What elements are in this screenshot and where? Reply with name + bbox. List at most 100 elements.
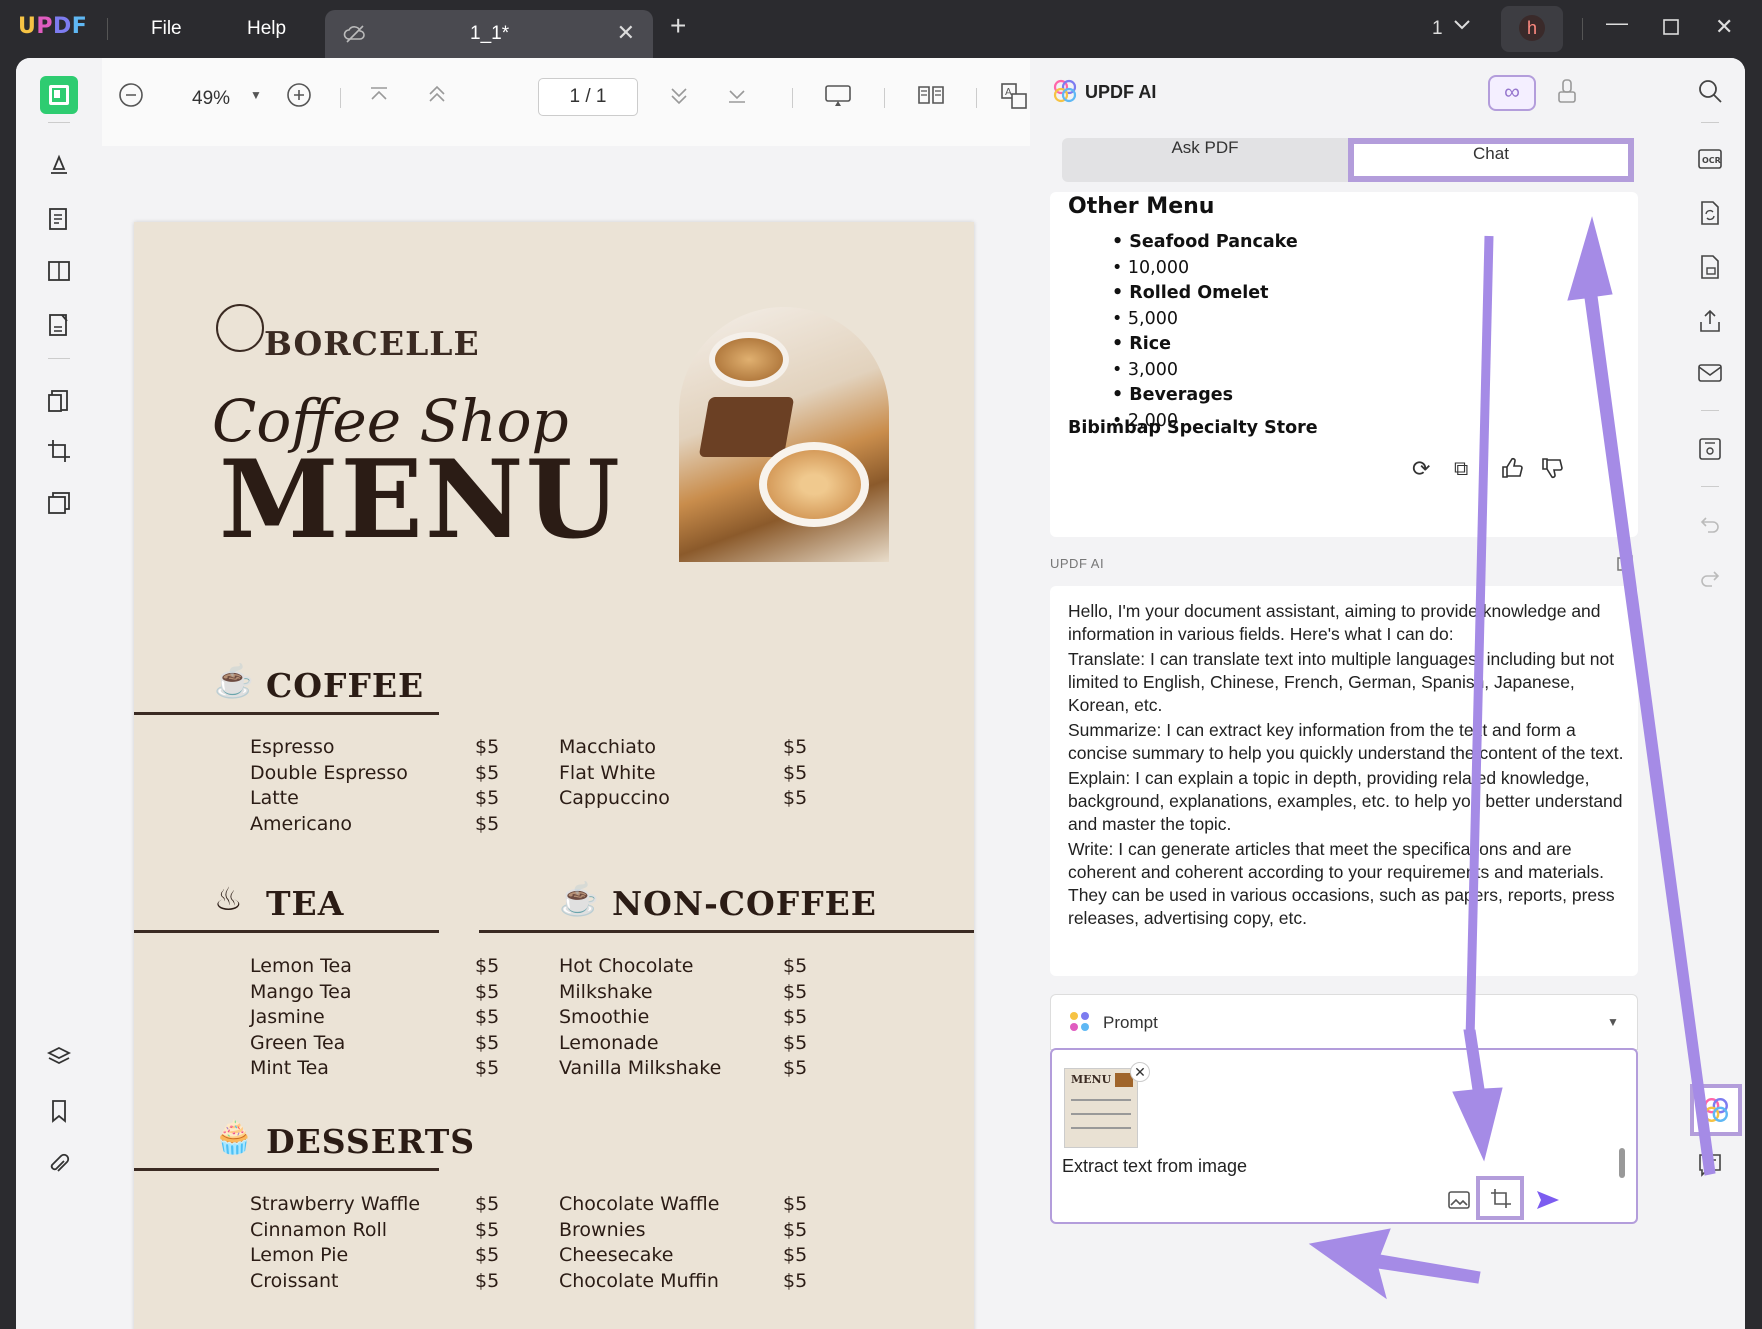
layers-icon[interactable] — [40, 1038, 78, 1076]
copy-icon[interactable]: ⧉ — [1454, 458, 1468, 481]
chevron-down-icon[interactable] — [1452, 14, 1472, 40]
next-page-icon[interactable] — [668, 82, 690, 113]
scrollbar[interactable] — [1619, 1148, 1625, 1178]
zoom-level[interactable]: 49% — [192, 88, 230, 110]
bookmark-icon[interactable] — [40, 1092, 78, 1130]
zoom-out-icon[interactable] — [118, 82, 144, 113]
menu-item-name: Milkshake — [559, 980, 653, 1003]
zoom-dropdown-icon[interactable]: ▼ — [250, 88, 262, 102]
thumbnail-line — [1071, 1127, 1131, 1129]
chevron-down-icon[interactable]: ▼ — [1607, 1015, 1619, 1029]
thumbs-down-icon[interactable] — [1540, 456, 1564, 486]
attachment-icon[interactable] — [40, 1146, 78, 1184]
document-viewport[interactable]: BORCELLE Coffee Shop MENU ☕ COFFEE Espre… — [102, 146, 1030, 1329]
menu-item-price: $5 — [475, 980, 500, 1003]
protect-icon[interactable] — [1693, 250, 1727, 284]
new-tab-icon[interactable]: + — [670, 10, 686, 42]
reader-mode-icon[interactable] — [40, 76, 78, 114]
previous-page-icon[interactable] — [426, 82, 448, 113]
menu-item-price: $5 — [783, 1244, 808, 1266]
menu-item-name: Cinnamon Roll — [250, 1218, 388, 1241]
convert-file-icon[interactable] — [1693, 196, 1727, 230]
divider — [107, 18, 108, 40]
page-tools-icon[interactable] — [40, 484, 78, 522]
menu-item-name: Cheesecake — [559, 1244, 674, 1266]
section-rule — [134, 1168, 439, 1171]
thumbs-up-icon[interactable] — [1500, 456, 1524, 486]
first-page-icon[interactable] — [368, 82, 390, 113]
share-upload-icon[interactable] — [1693, 304, 1727, 338]
chat-input-text[interactable]: Extract text from image — [1062, 1156, 1247, 1177]
presentation-icon[interactable] — [824, 82, 852, 113]
tab-ask-pdf[interactable]: Ask PDF — [1062, 138, 1348, 182]
response-list-item: Rolled Omelet — [1112, 281, 1298, 307]
menu-item-name: Chocolate Waffle — [559, 1193, 720, 1215]
clean-icon[interactable] — [1556, 78, 1578, 111]
left-toolbar — [16, 58, 102, 1329]
avatar[interactable]: h — [1501, 6, 1563, 52]
chat-input-box[interactable]: MENU ✕ Extract text from image — [1050, 1048, 1638, 1224]
tab-chat[interactable]: Chat — [1348, 138, 1634, 182]
page-organize-icon[interactable] — [40, 252, 78, 290]
updf-ai-button[interactable] — [1690, 1084, 1742, 1136]
image-upload-icon[interactable] — [1448, 1190, 1470, 1215]
convert-icon[interactable] — [40, 382, 78, 420]
divider — [792, 88, 793, 108]
page-count-indicator[interactable]: 1 — [1432, 18, 1443, 40]
close-window-icon[interactable]: ✕ — [1715, 14, 1733, 40]
crop-icon[interactable] — [40, 432, 78, 470]
menu-item-price: $5 — [783, 1193, 808, 1215]
minimize-icon[interactable]: — — [1606, 10, 1628, 36]
menu-item-name: Lemon Pie — [250, 1244, 349, 1266]
menu-item-name: Espresso — [250, 736, 335, 758]
send-icon[interactable] — [1536, 1190, 1560, 1215]
email-icon[interactable] — [1693, 356, 1727, 390]
redo-icon[interactable] — [1693, 562, 1727, 596]
prompt-label: Prompt — [1103, 1013, 1158, 1032]
prompt-selector[interactable]: Prompt ▼ — [1050, 994, 1638, 1050]
ai-panel: UPDF AI ∞ Ask PDF Chat Other Menu Seafoo… — [1030, 58, 1675, 1329]
edit-text-icon[interactable] — [40, 200, 78, 238]
menu-item-name: Lemonade — [559, 1031, 659, 1054]
menu-item-price: $5 — [475, 736, 500, 758]
menu-help[interactable]: Help — [247, 18, 286, 40]
menu-file[interactable]: File — [151, 18, 182, 40]
page-layout-icon[interactable] — [916, 82, 946, 113]
updf-ai-logo-icon — [1052, 78, 1078, 104]
menu-item-name: Lemon Tea — [250, 955, 352, 977]
attached-image-thumbnail[interactable]: MENU — [1064, 1068, 1138, 1148]
menu-item-price: $5 — [783, 1269, 808, 1292]
infinity-icon[interactable]: ∞ — [1488, 75, 1536, 111]
last-page-icon[interactable] — [726, 82, 748, 113]
latte-cup-image — [759, 442, 869, 527]
screenshot-button[interactable] — [1476, 1176, 1524, 1220]
divider — [1701, 122, 1719, 123]
regenerate-icon[interactable]: ⟳ — [1412, 456, 1430, 482]
menu-item-name: Hot Chocolate — [559, 955, 694, 977]
form-icon[interactable] — [40, 306, 78, 344]
page-number-input[interactable]: 1 / 1 — [538, 78, 638, 116]
save-icon[interactable] — [1693, 432, 1727, 466]
menu-item-price: $5 — [783, 980, 808, 1003]
close-tab-icon[interactable]: ✕ — [617, 20, 635, 46]
translate-icon[interactable]: A — [1000, 82, 1028, 115]
document-tab[interactable]: 1_1* ✕ — [325, 10, 653, 58]
section-desserts-title: DESSERTS — [266, 1122, 476, 1161]
highlight-icon[interactable] — [40, 146, 78, 184]
search-icon[interactable] — [1693, 74, 1727, 108]
ocr-icon[interactable]: OCR — [1693, 142, 1727, 176]
menu-item-name: Jasmine — [250, 1006, 325, 1028]
maximize-icon[interactable] — [1662, 16, 1680, 42]
divider — [1701, 486, 1719, 487]
remove-attachment-icon[interactable]: ✕ — [1130, 1062, 1150, 1082]
share-icon[interactable] — [1616, 554, 1634, 577]
menu-item-name: Macchiato — [559, 736, 656, 758]
menu-item-name: Mango Tea — [250, 980, 352, 1003]
section-rule — [134, 930, 439, 933]
comment-icon[interactable] — [1693, 1148, 1727, 1182]
divider — [1486, 460, 1487, 478]
menu-item-name: Americano — [250, 812, 353, 835]
undo-icon[interactable] — [1693, 508, 1727, 542]
zoom-in-icon[interactable] — [286, 82, 312, 113]
pdf-page: BORCELLE Coffee Shop MENU ☕ COFFEE Espre… — [134, 222, 974, 1329]
